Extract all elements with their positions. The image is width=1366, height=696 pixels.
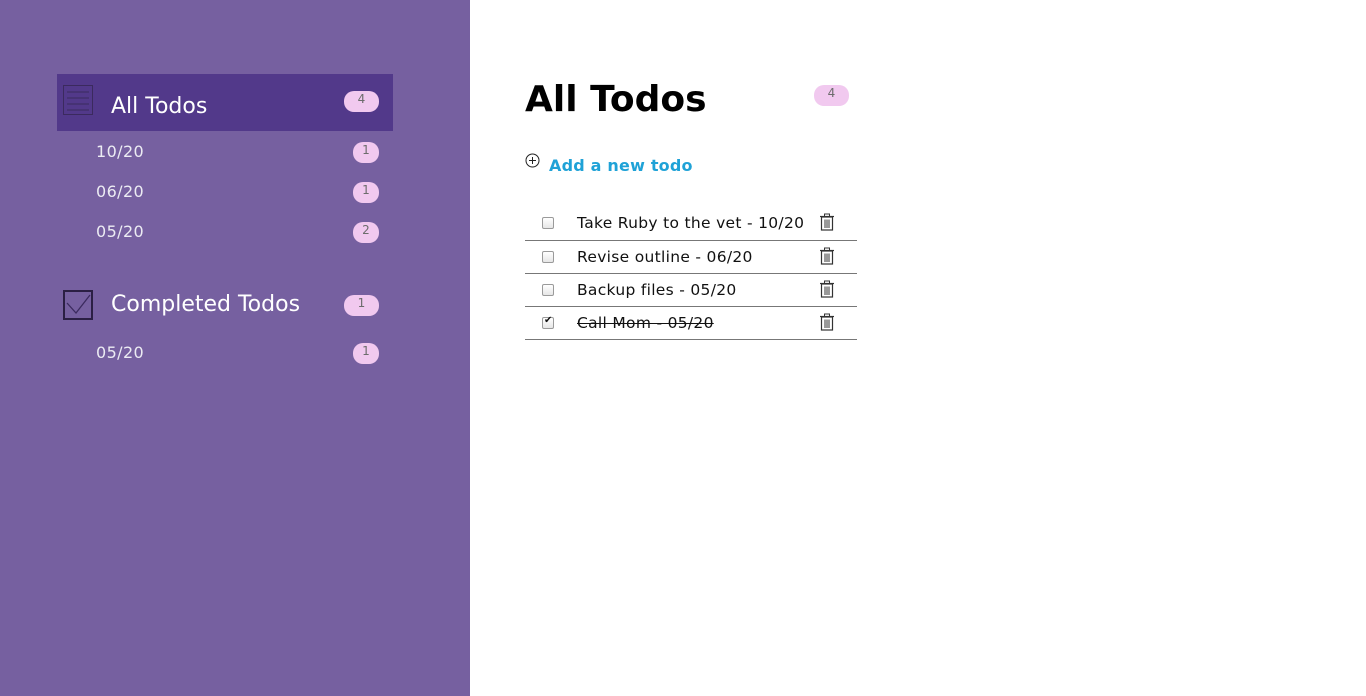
- trash-icon[interactable]: [819, 247, 835, 265]
- trash-icon[interactable]: [819, 213, 835, 231]
- nav-completed-todos[interactable]: Completed Todos 1: [57, 276, 393, 333]
- nav-completed-group-05-20[interactable]: 05/20 1: [57, 338, 393, 368]
- todo-title[interactable]: Call Mom - 05/20: [577, 314, 714, 332]
- group-label: 05/20: [96, 222, 145, 241]
- todo-checkbox[interactable]: [542, 315, 554, 329]
- trash-icon[interactable]: [819, 280, 835, 298]
- add-todo-label: Add a new todo: [549, 156, 693, 175]
- group-label: 10/20: [96, 142, 145, 161]
- count-badge: 2: [353, 222, 379, 243]
- todo-title[interactable]: Backup files - 05/20: [577, 281, 737, 299]
- checkbox-icon: [63, 290, 93, 320]
- todo-row[interactable]: Backup files - 05/20: [525, 274, 857, 307]
- todo-checkbox[interactable]: [542, 217, 554, 229]
- todo-checkbox[interactable]: [542, 251, 554, 263]
- count-badge: 1: [353, 182, 379, 203]
- todo-title[interactable]: Take Ruby to the vet - 10/20: [577, 214, 804, 232]
- todo-list: Take Ruby to the vet - 10/20 Revise outl…: [525, 207, 857, 340]
- count-badge: 1: [344, 295, 379, 316]
- title-count-badge: 4: [814, 85, 849, 106]
- trash-icon[interactable]: [819, 313, 835, 331]
- nav-completed-todos-label: Completed Todos: [111, 292, 301, 317]
- plus-circle-icon: [525, 153, 540, 168]
- todo-checkbox[interactable]: [542, 284, 554, 296]
- nav-group-06-20[interactable]: 06/20 1: [57, 177, 393, 207]
- main-content: All Todos 4 Add a new todo Take Ruby to …: [470, 0, 1366, 696]
- todo-title[interactable]: Revise outline - 06/20: [577, 248, 753, 266]
- todo-row[interactable]: Call Mom - 05/20: [525, 307, 857, 340]
- count-badge: 4: [344, 91, 379, 112]
- group-label: 05/20: [96, 343, 145, 362]
- nav-group-05-20[interactable]: 05/20 2: [57, 217, 393, 247]
- todo-row[interactable]: Revise outline - 06/20: [525, 241, 857, 274]
- list-icon: [63, 85, 93, 115]
- page-title: All Todos: [525, 79, 707, 120]
- nav-all-todos-label: All Todos: [111, 94, 208, 119]
- sidebar: All Todos 4 10/20 1 06/20 1 05/20 2 Comp…: [0, 0, 470, 696]
- group-label: 06/20: [96, 182, 145, 201]
- count-badge: 1: [353, 142, 379, 163]
- nav-all-todos[interactable]: All Todos 4: [57, 74, 393, 131]
- todo-row[interactable]: Take Ruby to the vet - 10/20: [525, 207, 857, 241]
- count-badge: 1: [353, 343, 379, 364]
- nav-group-10-20[interactable]: 10/20 1: [57, 137, 393, 167]
